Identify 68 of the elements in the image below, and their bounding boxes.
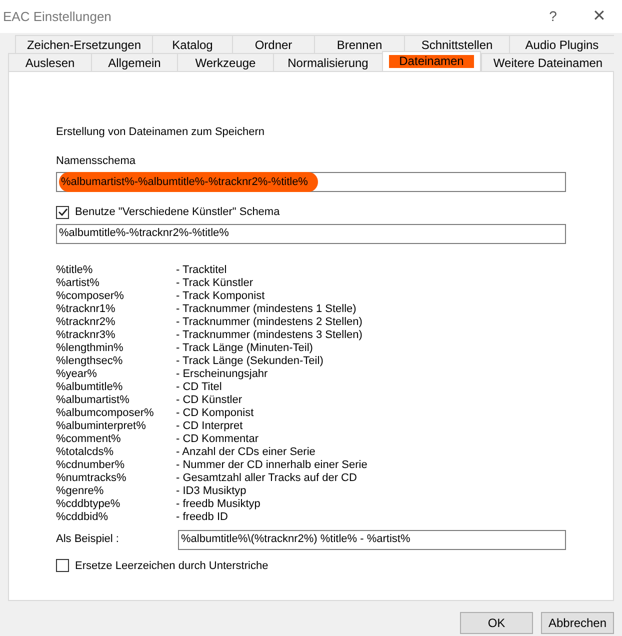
checkbox-label: Ersetze Leerzeichen durch Unterstriche [75, 558, 268, 574]
variable-description: - Tracknummer (mindestens 2 Stellen) [176, 316, 364, 328]
variable-name: %albumartist% [56, 394, 130, 406]
variable-description: - Track Länge (Minuten-Teil) [176, 342, 314, 354]
variable-name: %numtracks% [56, 472, 128, 484]
tab[interactable]: Brennen [314, 35, 404, 53]
variable-description: - Tracktitel [176, 264, 228, 276]
checkmark-icon [58, 207, 68, 218]
variable-description: - CD Kommentar [176, 432, 260, 446]
window-title: EAC Einstellungen [3, 8, 112, 26]
variable-description: - Tracknummer (mindestens 1 Stelle) [176, 302, 358, 316]
help-button[interactable]: ? [530, 0, 576, 33]
variable-name: %albumtitle% [56, 380, 124, 394]
variable-name: %genre% [56, 484, 105, 498]
variable-description: - Track Komponist [176, 290, 266, 302]
various-artists-field[interactable]: %albumtitle%-%tracknr2%-%title% [56, 224, 566, 244]
variable-name: %composer% [56, 290, 125, 302]
variable-description: - CD Interpret [176, 420, 244, 432]
tab[interactable]: Audio Plugins [509, 35, 614, 53]
tab[interactable]: Werkzeuge [177, 53, 273, 71]
variable-description: - ID3 Musiktyp [176, 484, 248, 498]
tab[interactable]: Katalog [152, 35, 232, 53]
variable-description: - Gesamtzahl aller Tracks auf der CD [176, 472, 358, 484]
variable-name: %comment% [56, 432, 122, 446]
variable-description: - Track Künstler [176, 276, 254, 290]
variable-name: %year% [56, 368, 98, 380]
variable-description: - Nummer der CD innerhalb einer Serie [176, 458, 368, 472]
tab[interactable]: Ordner [232, 35, 314, 53]
variable-name: %cddbtype% [56, 498, 122, 510]
variable-name: %albuminterpret% [56, 420, 147, 432]
variable-name: %cdnumber% [56, 458, 126, 472]
tab[interactable]: Normalisierung [273, 53, 382, 71]
field-label: Namensschema [56, 154, 136, 168]
variable-description: - CD Künstler [176, 394, 244, 406]
variable-description: - Tracknummer (mindestens 3 Stellen) [176, 328, 364, 342]
variable-name: %lengthsec% [56, 354, 124, 368]
variable-name: %tracknr1% [56, 302, 116, 316]
variable-description: - Track Länge (Sekunden-Teil) [176, 354, 324, 368]
variable-name: %totalcds% [56, 446, 114, 458]
variable-description: - Erscheinungsjahr [176, 368, 269, 380]
checkbox-label: Benutze "Verschiedene Künstler" Schema [75, 205, 280, 220]
variable-name: %lengthmin% [56, 342, 124, 354]
section-heading: Erstellung von Dateinamen zum Speichern [56, 125, 266, 140]
variable-name: %cddbid% [56, 510, 109, 524]
variable-name: %tracknr3% [56, 328, 116, 342]
dialog-button[interactable]: Abbrechen [541, 612, 614, 634]
tab[interactable]: Weitere Dateinamen [481, 53, 614, 71]
example-field[interactable]: %albumtitle%\(%tracknr2%) %title% - %artist% [178, 530, 566, 550]
checkbox[interactable] [56, 559, 69, 572]
naming-scheme-field[interactable]: %albumartist%-%albumtitle%-%tracknr2%-%title% [56, 172, 566, 192]
variable-name: %tracknr2% [56, 316, 116, 328]
variable-name: %artist% [56, 276, 100, 290]
variable-description: - freedb ID [176, 510, 229, 524]
tab[interactable]: Auslesen [8, 53, 91, 71]
close-button[interactable]: ✕ [576, 0, 622, 33]
field-label: Als Beispiel : [56, 532, 120, 548]
variable-description: - CD Titel [176, 380, 223, 394]
variable-description: - freedb Musiktyp [176, 498, 262, 510]
tab[interactable]: Zeichen-Ersetzungen [15, 35, 152, 53]
variable-description: - Anzahl der CDs einer Serie [176, 446, 316, 458]
tab[interactable]: Dateinamen [382, 51, 481, 71]
variable-description: - CD Komponist [176, 406, 255, 420]
dialog-button[interactable]: OK [460, 612, 533, 634]
variable-name: %title% [56, 264, 94, 276]
tab[interactable]: Allgemein [91, 53, 177, 71]
variable-name: %albumcomposer% [56, 406, 155, 420]
checkbox[interactable] [56, 206, 69, 219]
tab[interactable]: Schnittstellen [404, 35, 509, 53]
